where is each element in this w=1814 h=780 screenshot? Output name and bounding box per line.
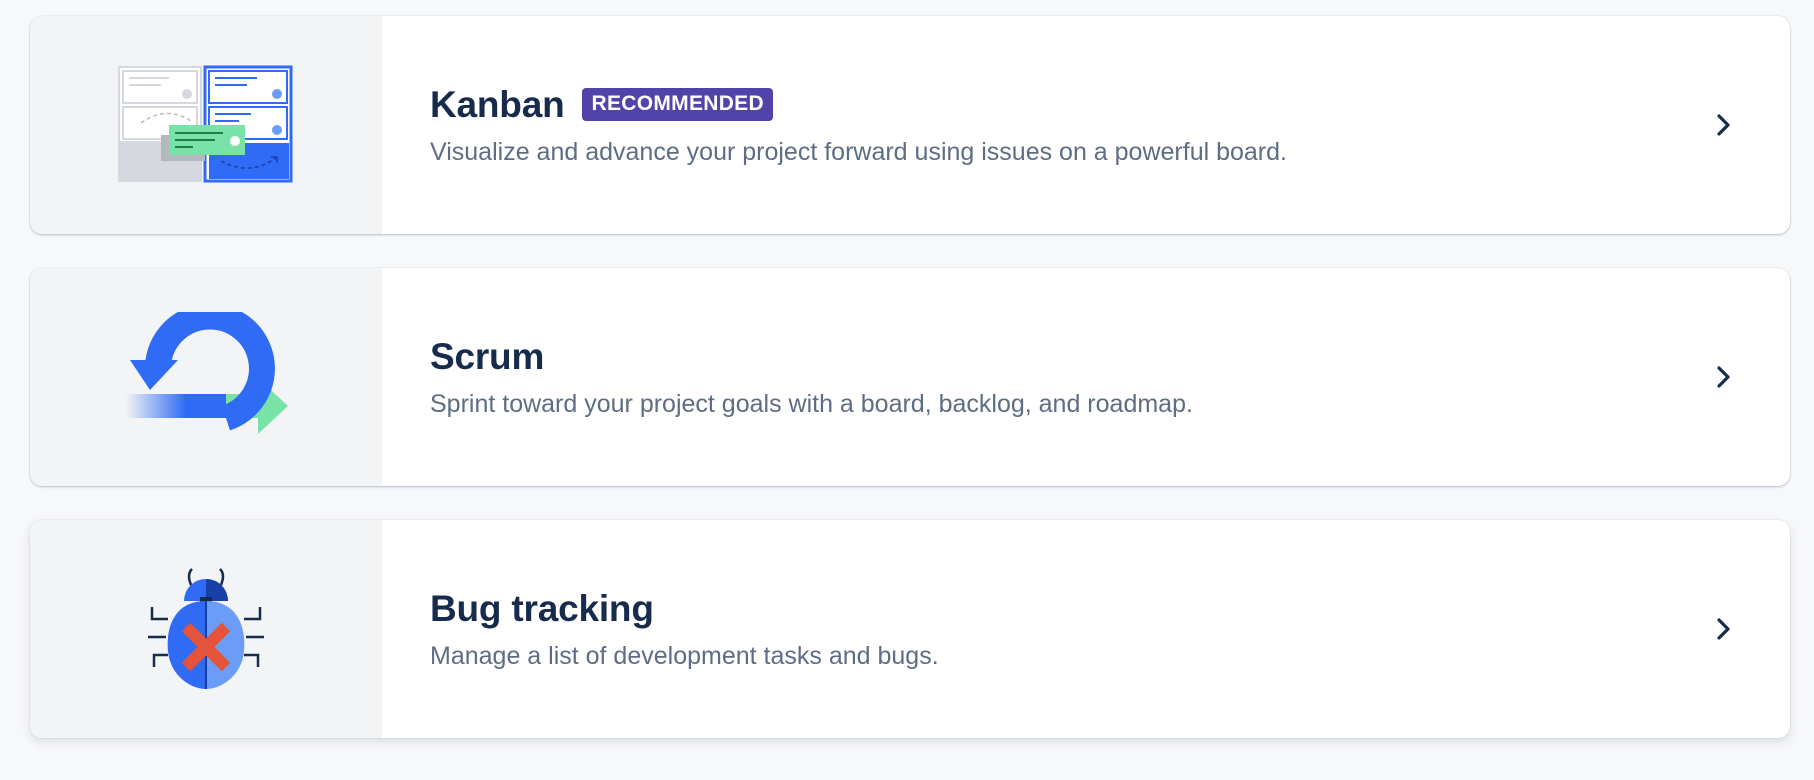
template-illustration-panel bbox=[30, 16, 382, 234]
template-title-row: Kanban RECOMMENDED bbox=[430, 84, 1670, 126]
template-title: Bug tracking bbox=[430, 587, 654, 629]
template-description: Visualize and advance your project forwa… bbox=[430, 137, 1287, 166]
template-description: Sprint toward your project goals with a … bbox=[430, 389, 1193, 418]
template-text: Kanban RECOMMENDED Visualize and advance… bbox=[430, 16, 1670, 234]
template-card-bug-tracking[interactable]: Bug tracking Manage a list of developmen… bbox=[30, 520, 1790, 738]
scrum-cycle-icon bbox=[126, 312, 288, 434]
chevron-right-icon[interactable] bbox=[1708, 109, 1740, 141]
template-text: Scrum Sprint toward your project goals w… bbox=[430, 268, 1670, 486]
template-title-row: Scrum bbox=[430, 336, 1670, 378]
template-illustration-panel bbox=[30, 268, 382, 486]
project-template-list: Kanban RECOMMENDED Visualize and advance… bbox=[30, 16, 1790, 772]
template-title: Kanban bbox=[430, 83, 565, 125]
template-text: Bug tracking Manage a list of developmen… bbox=[430, 520, 1670, 738]
template-title: Scrum bbox=[430, 335, 545, 377]
template-title-row: Bug tracking bbox=[430, 588, 1670, 630]
chevron-right-icon[interactable] bbox=[1708, 361, 1740, 393]
template-card-kanban[interactable]: Kanban RECOMMENDED Visualize and advance… bbox=[30, 16, 1790, 234]
template-description: Manage a list of development tasks and b… bbox=[430, 641, 939, 670]
recommended-badge: RECOMMENDED bbox=[582, 88, 773, 121]
kanban-board-icon bbox=[118, 65, 293, 183]
bug-icon bbox=[148, 568, 264, 689]
template-illustration-panel bbox=[30, 520, 382, 738]
chevron-right-icon[interactable] bbox=[1708, 613, 1740, 645]
template-card-scrum[interactable]: Scrum Sprint toward your project goals w… bbox=[30, 268, 1790, 486]
